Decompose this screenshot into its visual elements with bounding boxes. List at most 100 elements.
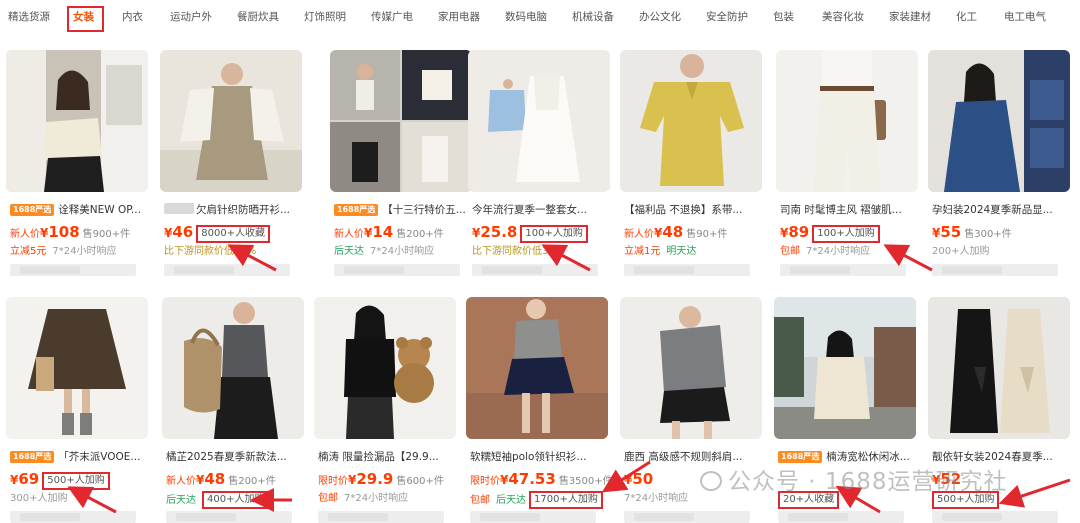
product-card[interactable]: 橘芷2025春夏季新款法... 新人价¥48 售200+件 后天达 400+人加购 <box>162 297 304 523</box>
product-title: 【十三行特价五... <box>382 204 466 216</box>
category-tab[interactable]: 化工 <box>956 9 977 25</box>
blurred-shop-name <box>624 264 750 276</box>
highlight-line: 立减1元 明天达 <box>624 244 696 260</box>
price-line: 新人价¥48 售200+件 <box>166 469 276 489</box>
category-tab[interactable]: 传媒广电 <box>371 9 413 25</box>
blurred-shop-name <box>10 511 136 523</box>
product-title: 【福利品 不退换】系带... <box>624 204 743 216</box>
product-title: 欠肩针织防晒开衫... <box>196 204 291 216</box>
service-text: 7*24小时响应 <box>52 246 117 257</box>
product-title-line: 欠肩针织防晒开衫... <box>164 202 304 218</box>
blurred-shop-name <box>624 511 750 523</box>
product-card[interactable]: 1688严选 诠释美NEW OP... 新人价¥108 售900+件 立减5元 7*2… <box>6 50 148 300</box>
price-line: 新人价¥14 售200+件 <box>334 222 444 242</box>
product-card[interactable]: 今年流行夏季一整套女... ¥25.8 100+人加购 比下游同款价低33% <box>468 50 610 300</box>
category-tab[interactable]: 机械设备 <box>572 9 614 25</box>
blurred-shop-name <box>932 511 1058 523</box>
product-image[interactable] <box>620 297 762 439</box>
blurred-shop-name <box>780 264 906 276</box>
price: 69 <box>18 470 40 488</box>
product-title-line: 1688严选 【十三行特价五... <box>334 202 474 218</box>
yanxuan-badge: 1688严选 <box>10 451 55 463</box>
product-image[interactable] <box>6 50 148 192</box>
sold-count: 售90+件 <box>686 229 728 240</box>
product-image[interactable] <box>330 50 472 192</box>
price-line: 新人价¥48 售90+件 <box>624 222 727 242</box>
price: 50 <box>632 470 654 488</box>
category-tab[interactable]: 美容化妆 <box>822 9 864 25</box>
product-image[interactable] <box>774 297 916 439</box>
product-image[interactable] <box>314 297 456 439</box>
product-image[interactable] <box>466 297 608 439</box>
category-tab[interactable]: 数码电脑 <box>505 9 547 25</box>
delivery-text: 后天达 <box>496 495 526 506</box>
blurred-brand <box>164 203 194 214</box>
category-tab[interactable]: 餐厨炊具 <box>237 9 279 25</box>
blurred-shop-name <box>778 511 904 523</box>
cart-adds-tag: 1700+人加购 <box>529 491 603 509</box>
product-card[interactable]: 孕妇装2024夏季新品显... ¥55 售300+件 200+人加购 <box>928 50 1070 300</box>
product-title-line: 1688严选 「芥末派VOOE... <box>10 449 150 465</box>
product-card[interactable]: 司南 时髦博主风 褶皱肌... ¥89 100+人加购 包邮 7*24小时响应 <box>776 50 918 300</box>
highlight-line: 200+人加购 <box>932 244 989 260</box>
highlight-line: 300+人加购 <box>10 491 67 507</box>
category-tab[interactable]: 家用电器 <box>438 9 480 25</box>
cart-adds-tag: 100+人加购 <box>520 225 588 243</box>
product-card[interactable]: 欠肩针织防晒开衫... ¥46 8000+人收藏 比下游同款价低35% <box>160 50 302 300</box>
category-tab[interactable]: 办公文化 <box>639 9 681 25</box>
highlight-line: 后天达 400+人加购 <box>166 491 270 509</box>
favorites-count-tag: 8000+人收藏 <box>196 225 271 243</box>
delivery-text: 后天达 <box>166 495 196 506</box>
price-label: 限时价 <box>470 476 500 487</box>
product-card[interactable]: 楠涛 限量捡漏品【29.9... 限时价¥29.9 售600+件 包邮 7*24小时… <box>314 297 456 523</box>
product-image[interactable] <box>160 50 302 192</box>
category-tab[interactable]: 内衣 <box>122 9 143 25</box>
discount-text: 立减5元 <box>10 246 47 257</box>
highlight-line: 立减5元 7*24小时响应 <box>10 244 116 260</box>
delivery-text: 明天达 <box>666 246 697 257</box>
category-tab[interactable]: 精选货源 <box>8 9 50 25</box>
category-tab[interactable]: 运动户外 <box>170 9 212 25</box>
product-image[interactable] <box>6 297 148 439</box>
category-tab[interactable]: 包装 <box>773 9 794 25</box>
category-tab-active[interactable]: 女装 <box>67 6 104 32</box>
sold-count: 售300+件 <box>964 229 1012 240</box>
cart-adds-tag: 400+人加购 <box>202 491 270 509</box>
cart-adds-tag: 100+人加购 <box>812 225 880 243</box>
price-line: ¥89 100+人加购 <box>780 222 880 243</box>
sold-count: 售900+件 <box>82 229 131 240</box>
service-text: 7*24小时响应 <box>370 246 435 257</box>
price-compare-text: 比下游同款价低35% <box>164 246 257 257</box>
price: 48 <box>204 470 226 488</box>
product-card[interactable]: 软糯短袖polo领针织衫... 限时价¥47.53 售3500+件 包邮 后天达 17… <box>466 297 613 523</box>
service-text: 7*24小时响应 <box>344 493 409 504</box>
blurred-shop-name <box>470 511 596 523</box>
product-image[interactable] <box>620 50 762 192</box>
price-line: 新人价¥108 售900+件 <box>10 222 130 242</box>
product-image[interactable] <box>162 297 304 439</box>
price: 89 <box>788 223 810 241</box>
category-tab[interactable]: 家装建材 <box>889 9 931 25</box>
price: 46 <box>172 223 194 241</box>
category-tab[interactable]: 灯饰照明 <box>304 9 346 25</box>
wechat-icon <box>700 471 722 491</box>
blurred-shop-name <box>472 264 598 276</box>
product-card[interactable]: 【福利品 不退换】系带... 新人价¥48 售90+件 立减1元 明天达 <box>620 50 762 300</box>
yanxuan-badge: 1688严选 <box>10 204 55 216</box>
product-title: 「芥末派VOOE... <box>58 451 141 463</box>
highlight-line: 包邮 7*24小时响应 <box>780 244 870 260</box>
product-title: 诠释美NEW OP... <box>58 204 141 216</box>
sold-count: 售600+件 <box>396 476 444 487</box>
category-tab[interactable]: 安全防护 <box>706 9 748 25</box>
product-card[interactable]: 1688严选 「芥末派VOOE... ¥69 500+人加购 300+人加购 <box>6 297 148 523</box>
product-image[interactable] <box>928 297 1070 439</box>
product-image[interactable] <box>776 50 918 192</box>
blurred-shop-name <box>318 511 444 523</box>
product-card[interactable]: 1688严选 【十三行特价五... 新人价¥14 售200+件 后天达 7*24小时响… <box>330 50 472 300</box>
product-image[interactable] <box>928 50 1070 192</box>
product-title-line: 楠涛 限量捡漏品【29.9... <box>318 449 458 465</box>
product-title: 橘芷2025春夏季新款法... <box>166 451 287 463</box>
category-tab[interactable]: 电工电气 <box>1004 9 1046 25</box>
product-image[interactable] <box>468 50 610 192</box>
product-title-line: 1688严选 诠释美NEW OP... <box>10 202 150 218</box>
